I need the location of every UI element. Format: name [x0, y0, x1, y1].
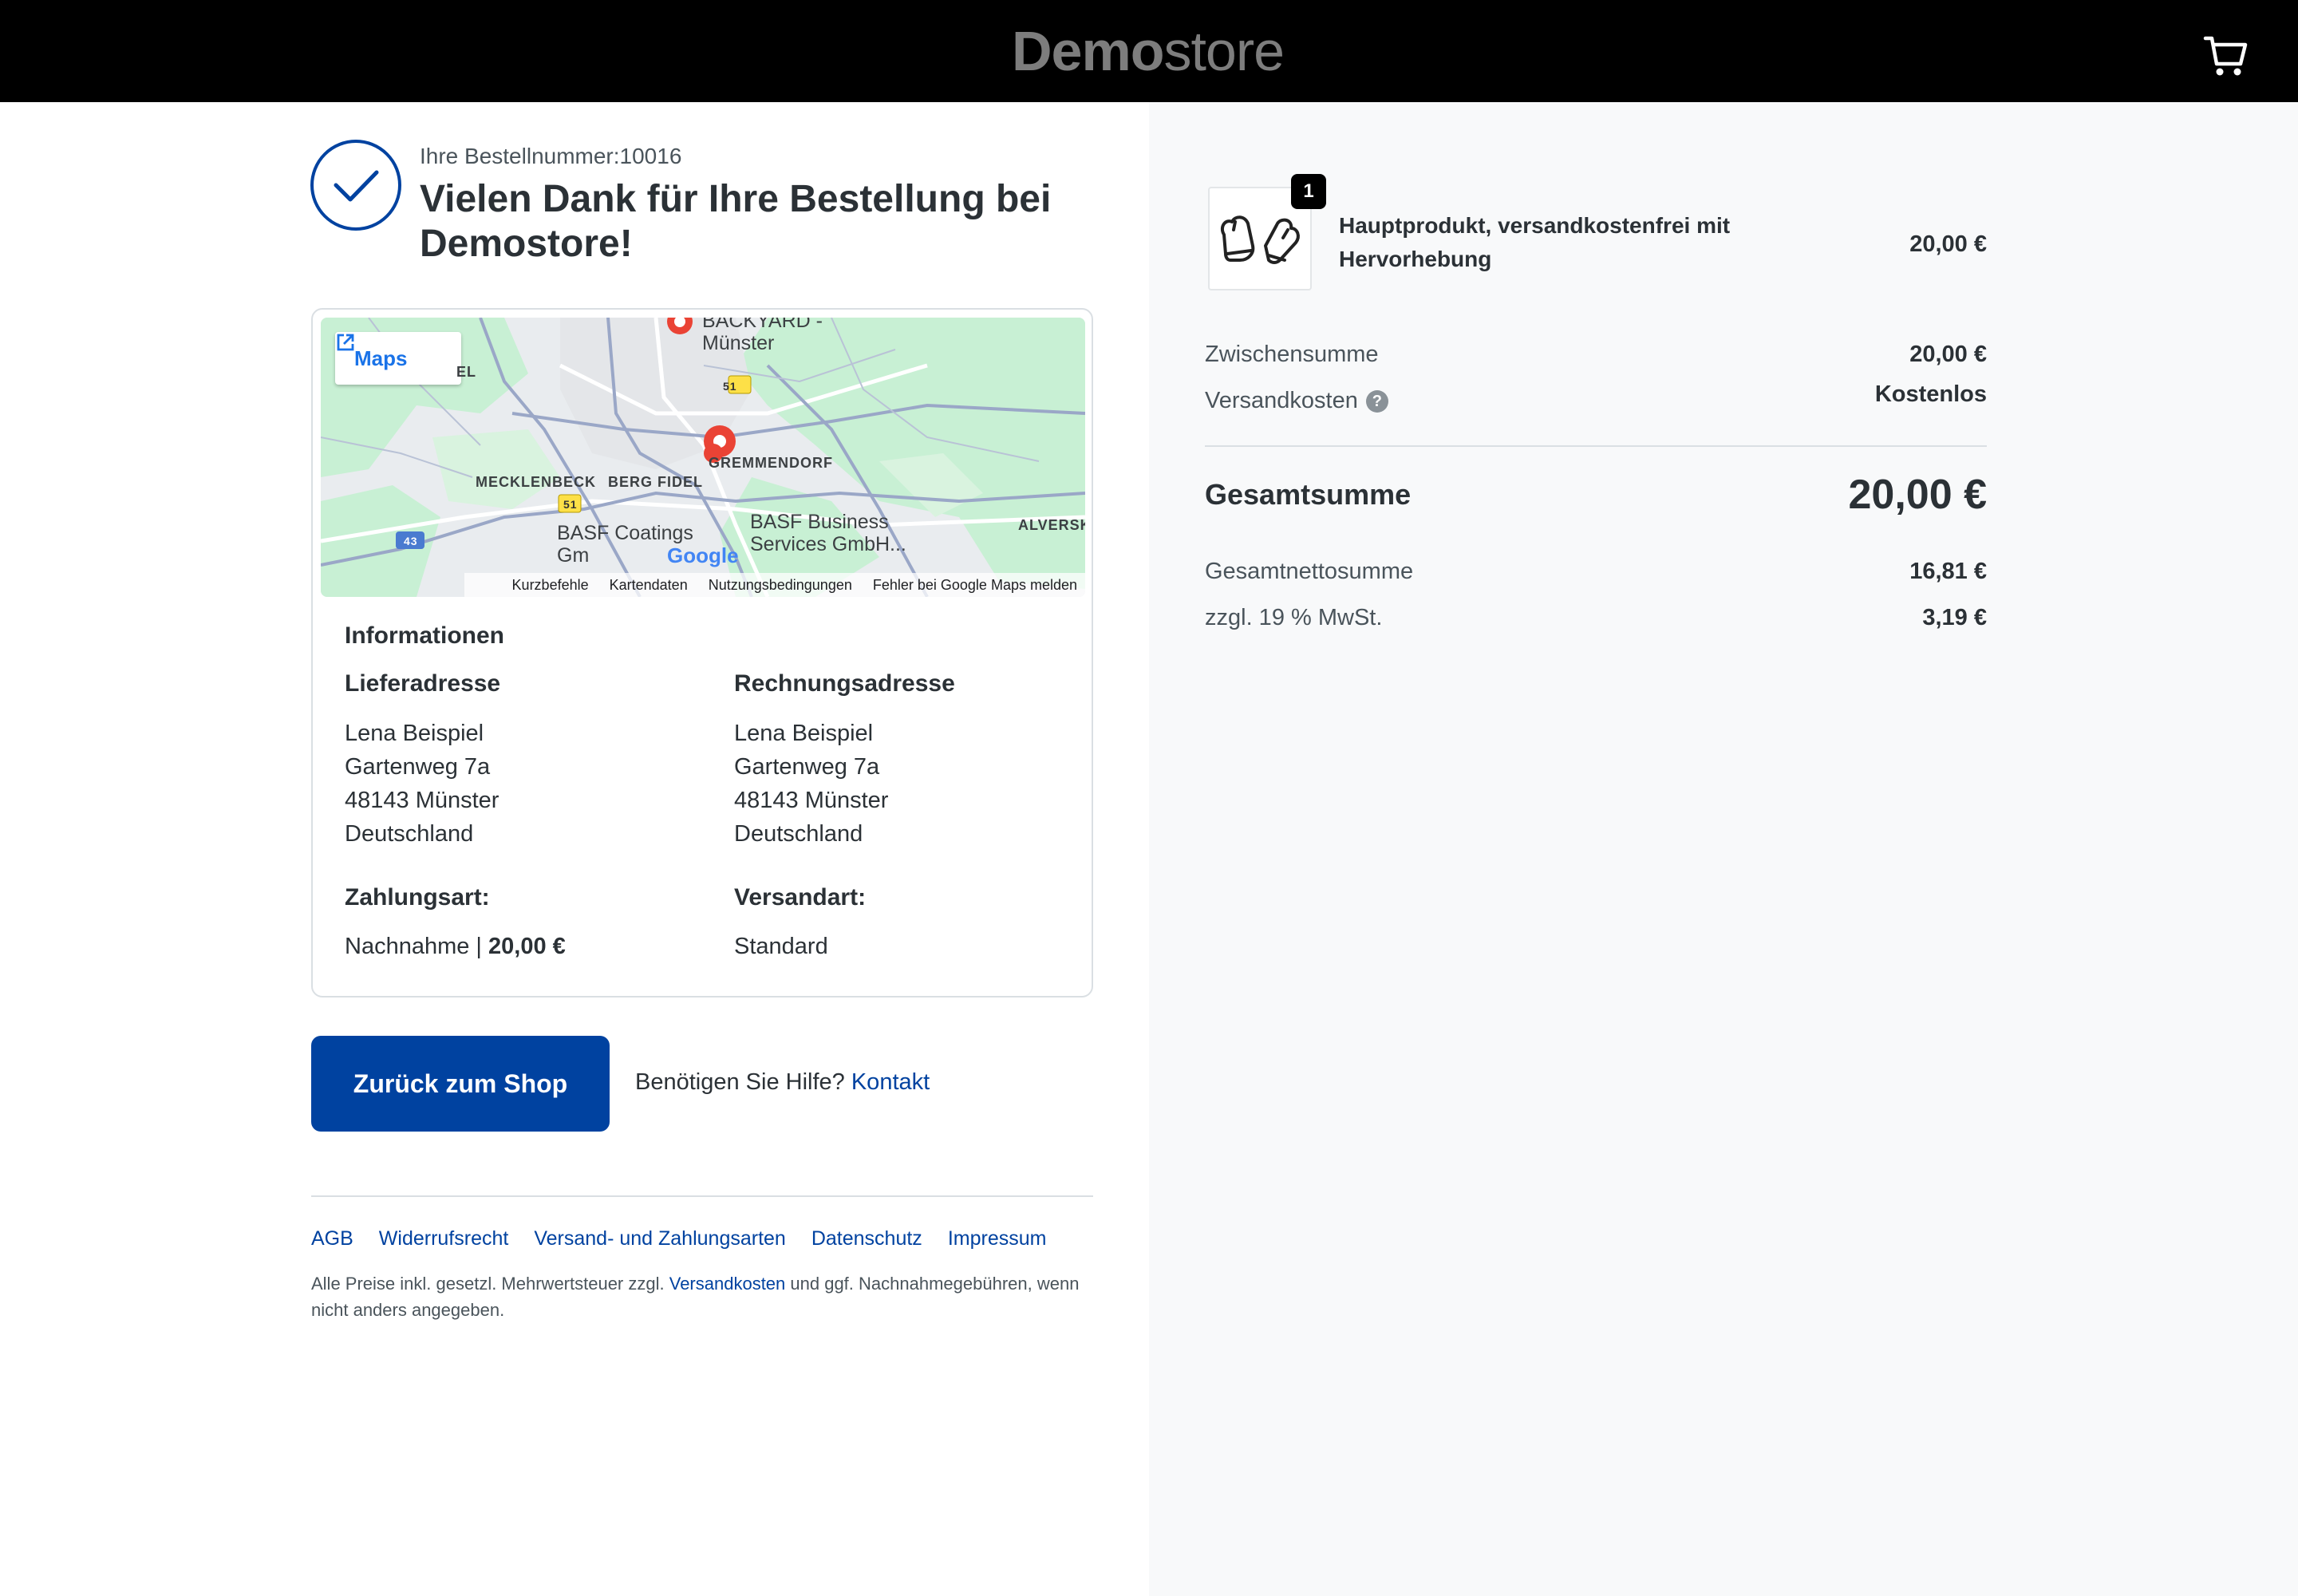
info-title: Informationen — [345, 622, 504, 649]
google-logo: Google — [667, 543, 739, 567]
shipping-costs-link[interactable]: Versandkosten — [669, 1274, 786, 1294]
maps-label: Maps — [354, 346, 408, 370]
page-title: Vielen Dank für Ihre Bestellung bei Demo… — [420, 178, 1052, 265]
back-to-shop-button[interactable]: Zurück zum Shop — [311, 1036, 610, 1132]
order-info-card: Maps BACKYARD - Münster EL MECKLENBECK B… — [311, 308, 1093, 998]
shipping-method: Standard — [734, 934, 828, 959]
footer-divider — [311, 1195, 1093, 1197]
quantity-badge: 1 — [1291, 174, 1326, 209]
price-note-before: Alle Preise inkl. gesetzl. Mehrwertsteue… — [311, 1274, 669, 1294]
product-price: 20,00 € — [1909, 231, 1987, 257]
store-logo[interactable]: Demostore — [1012, 16, 1285, 86]
question-mark-icon[interactable]: ? — [1365, 390, 1388, 413]
footer-link-impressum[interactable]: Impressum — [948, 1227, 1047, 1250]
delivery-name: Lena Beispiel — [345, 721, 484, 746]
subtotal-value: 20,00 € — [1909, 342, 1987, 367]
map-footer-report[interactable]: Fehler bei Google Maps melden — [873, 577, 1077, 594]
payment-amount: 20,00 € — [488, 934, 566, 959]
delivery-country: Deutschland — [345, 821, 474, 847]
subtotal-row: Zwischensumme 20,00 € — [1205, 342, 1987, 368]
payment-title: Zahlungsart: — [345, 884, 490, 911]
map-footer: Kurzbefehle Kartendaten Nutzungsbedingun… — [464, 573, 1085, 597]
contact-link[interactable]: Kontakt — [851, 1069, 930, 1095]
map-footer-terms[interactable]: Nutzungsbedingungen — [709, 577, 852, 594]
map-footer-mapdata[interactable]: Kartendaten — [610, 577, 688, 594]
product-name[interactable]: Hauptprodukt, versandkostenfrei mit Herv… — [1339, 209, 1786, 276]
billing-country: Deutschland — [734, 821, 863, 847]
billing-address-title: Rechnungsadresse — [734, 670, 955, 697]
shipping-title: Versandart: — [734, 884, 867, 911]
help-text: Benötigen Sie Hilfe? Kontakt — [635, 1069, 930, 1096]
net-total-label: Gesamtnettosumme — [1205, 559, 1414, 584]
external-link-icon — [337, 334, 354, 351]
total-row: Gesamtsumme 20,00 € — [1205, 471, 1987, 519]
summary-divider — [1205, 445, 1987, 447]
total-label: Gesamtsumme — [1205, 478, 1412, 511]
map-label-berg-fidel: BERG FIDEL — [608, 474, 704, 490]
logo-strong: Demo — [1012, 20, 1164, 82]
billing-name: Lena Beispiel — [734, 721, 874, 746]
mittens-icon — [1220, 215, 1300, 264]
vat-row: zzgl. 19 % MwSt. 3,19 € — [1205, 605, 1987, 631]
footer-links: AGB Widerrufsrecht Versand- und Zahlungs… — [311, 1227, 1046, 1250]
help-question: Benötigen Sie Hilfe? — [635, 1069, 851, 1095]
footer-link-versand-zahlungsarten[interactable]: Versand- und Zahlungsarten — [534, 1227, 786, 1250]
map-label-mecklenbeck: MECKLENBECK — [476, 474, 597, 490]
delivery-street: Gartenweg 7a — [345, 754, 491, 780]
map-poi-basf-business-1[interactable]: BASF Business — [750, 511, 889, 533]
price-note: Alle Preise inkl. gesetzl. Mehrwertsteue… — [311, 1270, 1093, 1323]
map-label-gremmendorf: GREMMENDORF — [709, 455, 833, 471]
cart-icon[interactable] — [2202, 32, 2250, 80]
order-summary-panel — [1149, 102, 2298, 1596]
logo-light: store — [1163, 20, 1285, 82]
delivery-city: 48143 Münster — [345, 788, 499, 813]
road-shield-43: 43 — [404, 535, 418, 547]
checkmark-circle-icon — [310, 140, 401, 231]
vat-value: 3,19 € — [1922, 605, 1987, 630]
location-map[interactable]: Maps BACKYARD - Münster EL MECKLENBECK B… — [321, 318, 1085, 597]
road-shield-51a: 51 — [723, 380, 737, 393]
map-footer-shortcuts[interactable]: Kurzbefehle — [512, 577, 589, 594]
payment-method: Nachnahme | 20,00 € — [345, 934, 566, 960]
billing-address: Lena Beispiel Gartenweg 7a 48143 Münster… — [734, 717, 888, 851]
footer-link-datenschutz[interactable]: Datenschutz — [811, 1227, 922, 1250]
top-header: Demostore — [0, 0, 2298, 102]
map-poi-basf-business-2[interactable]: Services GmbH... — [750, 533, 906, 555]
billing-street: Gartenweg 7a — [734, 754, 880, 780]
map-poi-backyard[interactable]: BACKYARD - Münster — [702, 318, 862, 354]
footer-link-agb[interactable]: AGB — [311, 1227, 353, 1250]
delivery-address: Lena Beispiel Gartenweg 7a 48143 Münster… — [345, 717, 499, 851]
road-shield-51b: 51 — [563, 498, 578, 511]
net-total-value: 16,81 € — [1909, 559, 1987, 584]
delivery-address-title: Lieferadresse — [345, 670, 501, 697]
vat-label: zzgl. 19 % MwSt. — [1205, 605, 1383, 630]
total-value: 20,00 € — [1848, 472, 1988, 518]
shipping-costs-row: Versandkosten? Kostenlos — [1205, 381, 1987, 414]
shipping-costs-label-wrap: Versandkosten? — [1205, 388, 1388, 414]
billing-city: 48143 Münster — [734, 788, 889, 813]
map-label-alverskirchen: ALVERSK — [1018, 517, 1085, 533]
subtotal-label: Zwischensumme — [1205, 342, 1379, 367]
payment-method-name: Nachnahme | — [345, 934, 489, 959]
map-label-el: EL — [456, 364, 477, 380]
open-in-maps-button[interactable]: Maps — [335, 332, 461, 385]
footer-link-widerrufsrecht[interactable]: Widerrufsrecht — [379, 1227, 509, 1250]
net-total-row: Gesamtnettosumme 16,81 € — [1205, 559, 1987, 585]
shipping-costs-label: Versandkosten — [1205, 388, 1358, 413]
shipping-costs-value: Kostenlos — [1874, 381, 1987, 407]
order-number: Ihre Bestellnummer:10016 — [420, 144, 682, 168]
